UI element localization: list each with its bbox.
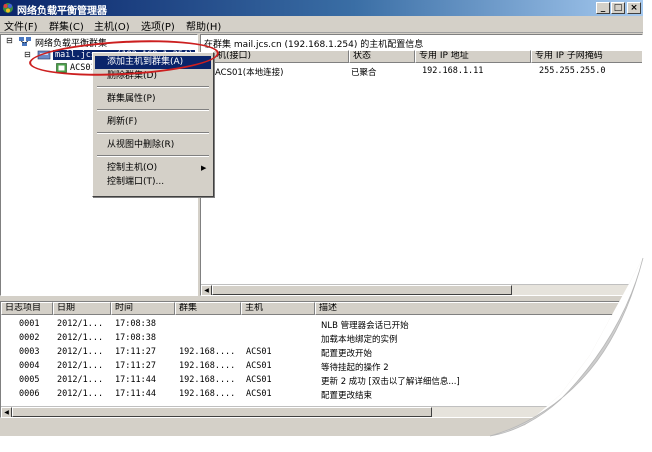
page-curl-decoration [489, 257, 644, 437]
log-cell-date: 2012/1... [57, 319, 104, 329]
log-cell-time: 17:11:44 [115, 375, 156, 385]
menu-help[interactable]: 帮助(H) [186, 18, 221, 33]
menu-control-ports[interactable]: 控制端口(T)... [95, 176, 211, 189]
detail-col-state[interactable]: 状态 [349, 50, 415, 63]
nlb-app-icon [3, 3, 13, 13]
detail-col-ip[interactable]: 专用 IP 地址 [415, 50, 531, 63]
collapse-toggle-icon[interactable]: ⊟ [24, 50, 31, 59]
log-cell-date: 2012/1... [57, 347, 104, 357]
log-cell-host: ACS01 [246, 361, 272, 371]
log-cell-description: NLB 管理器会话已开始 [321, 321, 409, 331]
log-cell-cluster: 192.168.... [179, 361, 236, 371]
scroll-thumb[interactable] [212, 285, 512, 295]
log-col-time[interactable]: 时间 [111, 302, 175, 315]
menu-separator [97, 132, 209, 134]
detail-col-interface[interactable]: 机(接口) [213, 50, 349, 63]
minimize-button[interactable]: _ [596, 2, 610, 14]
log-col-host[interactable]: 主机 [241, 302, 315, 315]
log-cell-time: 17:11:27 [115, 347, 156, 357]
log-cell-date: 2012/1... [57, 361, 104, 371]
log-cell-date: 2012/1... [57, 333, 104, 343]
close-button[interactable]: × [627, 2, 641, 14]
log-cell-description: 等待挂起的操作 2 [321, 363, 389, 373]
log-cell-entry: 0005 [19, 375, 40, 385]
window-title: 网络负载平衡管理器 [17, 6, 107, 17]
log-cell-description: 加载本地绑定的实例 [321, 335, 398, 345]
scroll-left-icon[interactable]: ◀ [201, 285, 212, 295]
scroll-left-icon[interactable]: ◀ [1, 407, 12, 417]
cluster-context-menu: 添加主机到群集(A) 删除群集(D) 群集属性(P) 刷新(F) 从视图中删除(… [92, 52, 214, 197]
log-cell-description: 配置更改结束 [321, 391, 373, 401]
menu-cluster[interactable]: 群集(C) [49, 18, 84, 33]
menu-refresh[interactable]: 刷新(F) [95, 116, 211, 129]
menu-host[interactable]: 主机(O) [94, 18, 130, 33]
table-row[interactable]: ACS01(本地连接) 已聚合 192.168.1.11 255.255.255… [201, 65, 642, 78]
detail-cell-mask: 255.255.255.0 [539, 66, 606, 76]
detail-cell-ip: 192.168.1.11 [422, 66, 484, 76]
log-cell-cluster: 192.168.... [179, 375, 236, 385]
log-cell-date: 2012/1... [57, 375, 104, 385]
menu-remove-from-view[interactable]: 从视图中删除(R) [95, 139, 211, 152]
log-cell-entry: 0002 [19, 333, 40, 343]
log-cell-time: 17:11:27 [115, 361, 156, 371]
menu-options[interactable]: 选项(P) [141, 18, 175, 33]
title-bar[interactable]: 网络负载平衡管理器 _ □ × [0, 0, 643, 17]
log-cell-entry: 0003 [19, 347, 40, 357]
log-cell-date: 2012/1... [57, 389, 104, 399]
log-cell-host: ACS01 [246, 347, 272, 357]
detail-cell-state: 已聚合 [351, 68, 377, 78]
cluster-icon [37, 50, 51, 60]
cluster-root-icon [19, 37, 31, 46]
menu-separator [97, 86, 209, 88]
log-cell-entry: 0006 [19, 389, 40, 399]
detail-header-row: 机(接口) 状态 专用 IP 地址 专用 IP 子网掩码 [201, 50, 642, 63]
log-cell-time: 17:08:38 [115, 333, 156, 343]
log-cell-description: 更新 2 成功 [双击以了解详细信息...] [321, 377, 460, 387]
log-col-date[interactable]: 日期 [53, 302, 111, 315]
scroll-thumb[interactable] [12, 407, 432, 417]
menu-separator [97, 109, 209, 111]
tree-root-label[interactable]: 网络负载平衡群集 [35, 36, 107, 49]
log-cell-host: ACS01 [246, 389, 272, 399]
log-cell-entry: 0004 [19, 361, 40, 371]
detail-caption: 在群集 mail.jcs.cn (192.168.1.254) 的主机配置信息 [204, 40, 424, 50]
detail-col-mask[interactable]: 专用 IP 子网掩码 [531, 50, 642, 63]
log-cell-time: 17:11:44 [115, 389, 156, 399]
log-cell-host: ACS01 [246, 375, 272, 385]
menu-separator [97, 155, 209, 157]
host-icon [56, 63, 67, 73]
log-cell-time: 17:08:38 [115, 319, 156, 329]
menu-add-host-to-cluster[interactable]: 添加主机到群集(A) [95, 56, 211, 69]
log-cell-description: 配置更改开始 [321, 349, 373, 359]
log-cell-cluster: 192.168.... [179, 347, 236, 357]
menu-bar: 文件(F) 群集(C) 主机(O) 选项(P) 帮助(H) [0, 16, 643, 33]
menu-cluster-properties[interactable]: 群集属性(P) [95, 93, 211, 106]
log-cell-entry: 0001 [19, 319, 40, 329]
log-cell-cluster: 192.168.... [179, 389, 236, 399]
maximize-button[interactable]: □ [611, 2, 625, 14]
menu-delete-cluster[interactable]: 删除群集(D) [95, 70, 211, 83]
detail-cell-interface: ACS01(本地连接) [215, 68, 284, 78]
menu-file[interactable]: 文件(F) [4, 18, 38, 33]
submenu-arrow-icon: ▶ [201, 164, 207, 172]
collapse-toggle-icon[interactable]: ⊟ [6, 36, 13, 45]
log-col-cluster[interactable]: 群集 [175, 302, 241, 315]
log-col-entry[interactable]: 日志项目 [1, 302, 53, 315]
menu-control-host[interactable]: 控制主机(O) [95, 162, 211, 175]
